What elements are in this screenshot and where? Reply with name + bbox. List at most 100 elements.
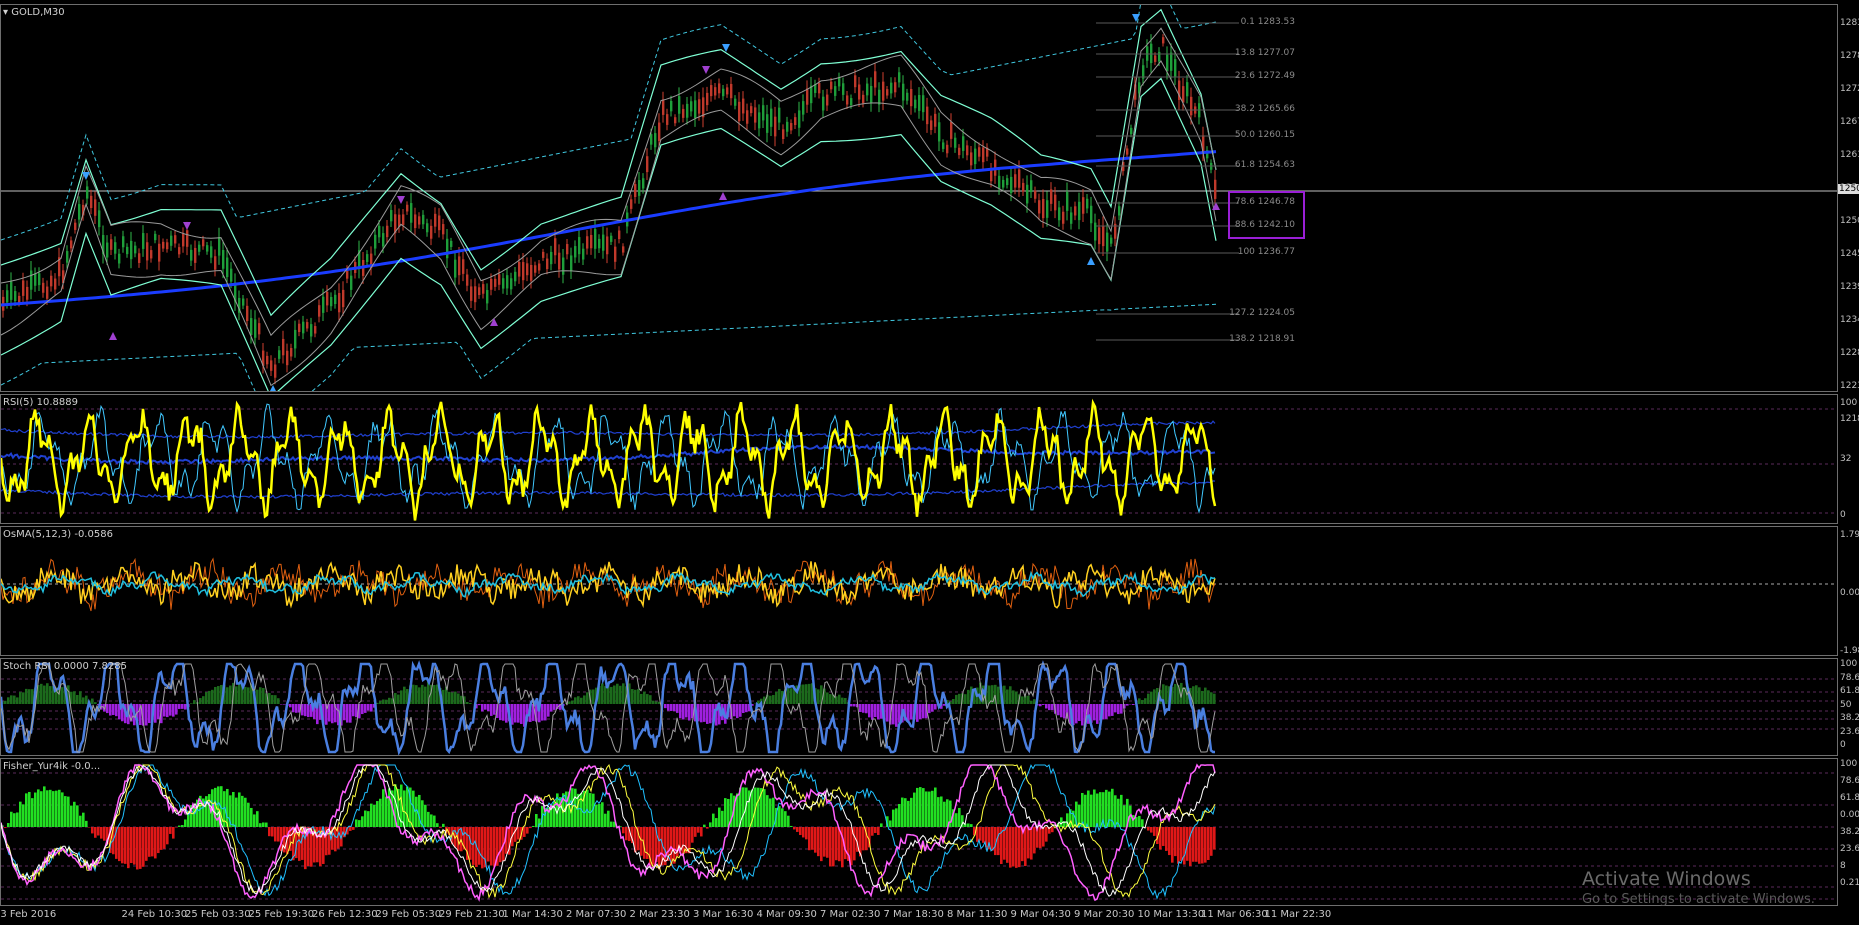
- fisher-panel[interactable]: Fisher_Yur4ik -0.0...: [0, 758, 1838, 906]
- histogram-bar: [1114, 704, 1117, 713]
- candle-body: [1002, 179, 1005, 188]
- candle-body: [786, 121, 789, 132]
- candle-body: [378, 225, 381, 238]
- rsi-panel[interactable]: RSI(5) 10.8889: [0, 394, 1838, 524]
- histogram-bar: [841, 697, 844, 704]
- histogram-bar: [295, 704, 298, 713]
- candle-body: [718, 83, 721, 94]
- histogram-bar: [253, 814, 256, 827]
- histogram-bar: [61, 687, 64, 704]
- histogram-bar: [13, 813, 16, 827]
- candle-body: [1006, 178, 1009, 186]
- fisher-tick: 100: [1840, 759, 1858, 769]
- fractal-arrow-icon: [397, 196, 405, 204]
- histogram-bar: [352, 704, 355, 717]
- histogram-bar: [499, 704, 502, 721]
- histogram-bar: [733, 704, 736, 717]
- histogram-bar: [613, 685, 616, 704]
- histogram-bar: [808, 827, 811, 851]
- histogram-bar: [172, 827, 175, 839]
- histogram-bar: [673, 704, 676, 712]
- histogram-bar: [376, 801, 379, 827]
- candle-body: [946, 144, 949, 154]
- candle-body: [258, 323, 261, 335]
- histogram-bar: [517, 827, 520, 840]
- histogram-bar: [544, 704, 547, 721]
- candle-body: [1158, 51, 1161, 62]
- histogram-bar: [517, 704, 520, 723]
- histogram-bar: [28, 791, 31, 827]
- candle-body: [842, 83, 845, 95]
- price-panel[interactable]: ▾ GOLD,M30: [0, 4, 1838, 392]
- fractal-arrow-icon: [719, 192, 727, 200]
- histogram-bar: [622, 827, 625, 834]
- candle-body: [886, 89, 889, 96]
- candle-body: [1050, 189, 1053, 204]
- histogram-bar: [67, 796, 70, 827]
- candle-body: [10, 281, 13, 300]
- histogram-bar: [265, 822, 268, 827]
- histogram-bar: [790, 688, 793, 704]
- candle-body: [906, 92, 909, 101]
- candle-body: [618, 230, 621, 240]
- osma-panel[interactable]: OsMA(5,12,3) -0.0586: [0, 526, 1838, 656]
- histogram-bar: [922, 704, 925, 719]
- histogram-bar: [526, 827, 529, 834]
- histogram-bar: [805, 684, 808, 704]
- histogram-bar: [430, 814, 433, 827]
- candle-body: [682, 108, 685, 118]
- histogram-bar: [595, 804, 598, 827]
- histogram-bar: [64, 796, 67, 827]
- histogram-bar: [649, 695, 652, 704]
- histogram-bar: [73, 691, 76, 704]
- histogram-bar: [928, 791, 931, 827]
- histogram-bar: [55, 790, 58, 827]
- histogram-bar: [676, 704, 679, 713]
- candle-body: [90, 195, 93, 208]
- histogram-bar: [127, 827, 130, 869]
- histogram-bar: [745, 704, 748, 713]
- candle-body: [170, 235, 173, 246]
- histogram-bar: [205, 692, 208, 704]
- stoch-rsi-label: Stoch RSI 0.0000 7.8285: [3, 661, 127, 672]
- histogram-bar: [874, 827, 877, 833]
- histogram-bar: [1024, 827, 1027, 867]
- histogram-bar: [637, 689, 640, 704]
- histogram-bar: [247, 687, 250, 704]
- price-tick: 1223: [1840, 381, 1859, 391]
- histogram-bar: [1045, 827, 1048, 842]
- candle-body: [326, 291, 329, 306]
- candle-body: [698, 99, 701, 114]
- stoch-rsi-panel[interactable]: Stoch RSI 0.0000 7.8285: [0, 658, 1838, 756]
- fib-level-label: 61.8 1254.63: [1234, 160, 1295, 170]
- candle-body: [762, 105, 765, 121]
- candle-body: [462, 259, 465, 274]
- fib-level-label: 23.6 1272.49: [1234, 71, 1295, 81]
- candle-body: [402, 214, 405, 226]
- time-axis-label: 11 Mar 06:30: [1201, 909, 1268, 920]
- histogram-bar: [832, 827, 835, 867]
- histogram-bar: [454, 691, 457, 704]
- candle-body: [778, 107, 781, 123]
- envelope-outer-upper: [1, 5, 1217, 241]
- candle-body: [486, 290, 489, 304]
- histogram-bar: [1165, 827, 1168, 851]
- candle-body: [714, 87, 717, 96]
- histogram-bar: [877, 704, 880, 720]
- histogram-bar: [967, 823, 970, 827]
- rsi-tick: 0: [1840, 510, 1846, 520]
- histogram-bar: [589, 793, 592, 827]
- histogram-bar: [388, 697, 391, 704]
- histogram-bar: [958, 807, 961, 827]
- histogram-bar: [1174, 827, 1177, 857]
- candle-body: [298, 323, 301, 333]
- histogram-bar: [259, 823, 262, 827]
- candle-body: [178, 247, 181, 255]
- histogram-bar: [79, 815, 82, 827]
- candle-body: [738, 101, 741, 122]
- histogram-bar: [682, 827, 685, 855]
- candle-body: [594, 229, 597, 249]
- candle-body: [278, 350, 281, 359]
- histogram-bar: [31, 798, 34, 827]
- histogram-bar: [1204, 687, 1207, 704]
